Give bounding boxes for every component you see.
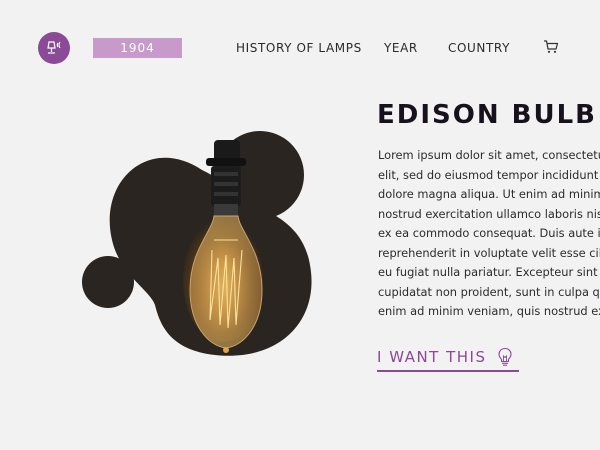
description-line: cupidatat non proident, sunt in culpa qu <box>378 284 600 299</box>
nav-history-of-lamps[interactable]: HISTORY OF LAMPS <box>236 41 362 55</box>
lightbulb-icon <box>497 347 512 366</box>
description-line: enim ad minim veniam, quis nostrud exe <box>378 304 600 318</box>
description-line: eu fugiat nulla pariatur. Excepteur sint… <box>378 265 600 279</box>
product-title: EDISON BULB <box>377 100 597 130</box>
description-line: Lorem ipsum dolor sit amet, consectetur <box>378 148 600 162</box>
i-want-this-button[interactable]: I WANT THIS <box>377 344 519 372</box>
bulb-socket <box>206 140 246 216</box>
description-line: dolore magna aliqua. Ut enim ad minim <box>378 187 600 201</box>
nav-country[interactable]: COUNTRY <box>448 41 510 55</box>
i-want-this-label: I WANT THIS <box>377 348 487 366</box>
description-line: reprehenderit in voluptate velit esse ci… <box>378 245 600 260</box>
product-description: Lorem ipsum dolor sit amet, consectetur … <box>378 146 600 322</box>
description-line: ex ea commodo consequat. Duis aute ir <box>378 226 600 240</box>
nav-year[interactable]: YEAR <box>384 41 418 55</box>
cart-icon[interactable] <box>543 40 559 54</box>
main-nav: HISTORY OF LAMPS YEAR COUNTRY <box>0 41 600 57</box>
description-line: nostrud exercitation ullamco laboris nis… <box>378 206 600 221</box>
edison-bulb-illustration <box>82 131 312 356</box>
description-line: elit, sed do eiusmod tempor incididunt <box>378 167 599 182</box>
header: 1904 HISTORY OF LAMPS YEAR COUNTRY <box>0 0 600 100</box>
